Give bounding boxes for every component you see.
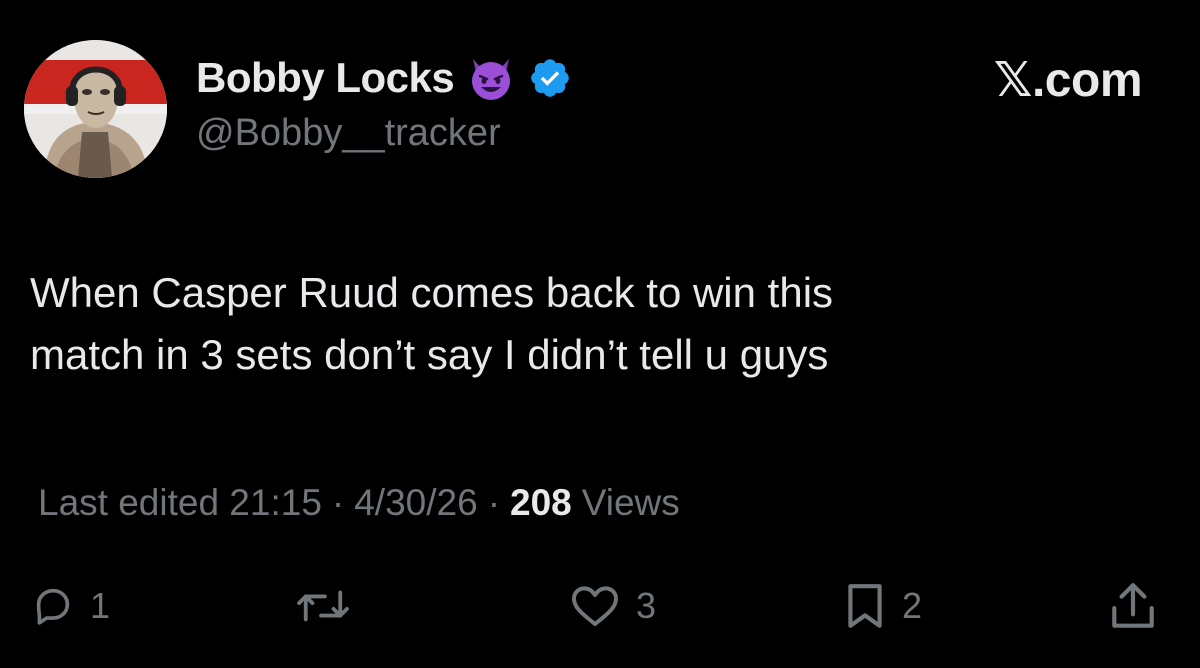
views-label: Views bbox=[581, 482, 680, 523]
meta-separator: · bbox=[331, 482, 345, 523]
reply-icon bbox=[36, 588, 70, 625]
bookmark-icon bbox=[848, 584, 882, 628]
bookmark-count: 2 bbox=[902, 585, 923, 626]
smiling-devil-emoji-icon bbox=[472, 59, 511, 100]
share-button[interactable] bbox=[1108, 576, 1158, 636]
like-button[interactable]: 3 bbox=[568, 576, 656, 636]
retweet-button[interactable] bbox=[292, 576, 368, 636]
reply-count: 1 bbox=[90, 585, 111, 626]
avatar[interactable] bbox=[24, 40, 167, 178]
meta-separator: · bbox=[487, 482, 501, 523]
bookmark-button[interactable]: 2 bbox=[842, 576, 922, 636]
tweet-card: Bobby Locks @Bobby__tracker 𝕏.com When C… bbox=[0, 0, 1200, 668]
author-handle[interactable]: @Bobby__tracker bbox=[196, 112, 501, 155]
heart-icon bbox=[572, 586, 618, 626]
site-logo-label: 𝕏.com bbox=[993, 54, 1143, 107]
author-display-name[interactable]: Bobby Locks bbox=[196, 54, 455, 102]
tweet-meta: Last edited 21:15 · 4/30/26 · 208 Views bbox=[38, 482, 680, 524]
edited-timestamp[interactable]: Last edited 21:15 bbox=[38, 482, 322, 524]
avatar-image bbox=[24, 40, 167, 178]
tweet-text: When Casper Ruud comes back to win this … bbox=[30, 262, 1150, 386]
like-count: 3 bbox=[636, 585, 657, 626]
post-date[interactable]: 4/30/26 bbox=[354, 482, 477, 524]
tweet-text-line: When Casper Ruud comes back to win this bbox=[30, 269, 834, 316]
retweet-icon bbox=[297, 590, 349, 622]
action-bar: 1 3 2 bbox=[0, 576, 1200, 636]
verified-badge-icon bbox=[531, 59, 570, 97]
views-count: 208 bbox=[510, 482, 572, 523]
tweet-text-line: match in 3 sets don’t say I didn’t tell … bbox=[30, 331, 829, 378]
share-icon bbox=[1112, 583, 1154, 628]
reply-button[interactable]: 1 bbox=[30, 576, 110, 636]
author-name-row: Bobby Locks bbox=[196, 50, 572, 106]
